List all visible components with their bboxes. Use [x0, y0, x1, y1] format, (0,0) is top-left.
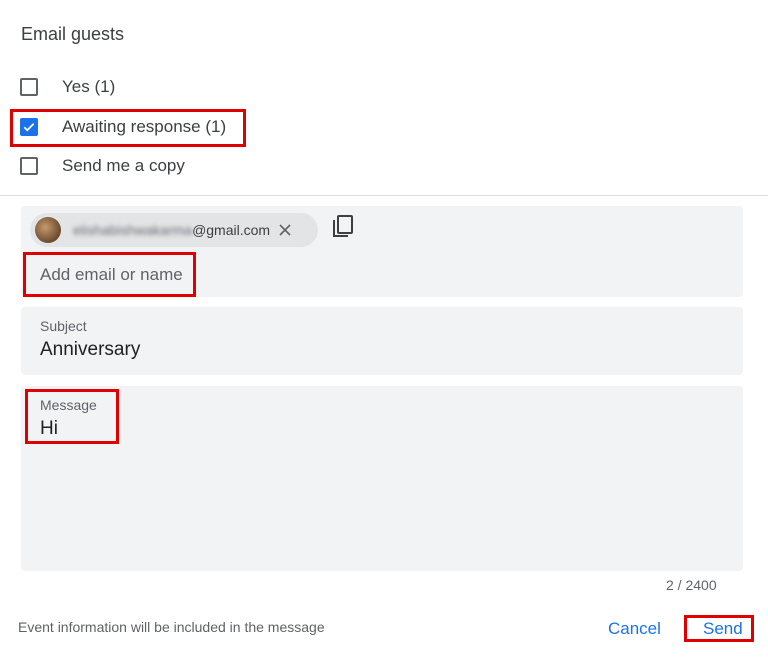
close-icon[interactable] — [278, 223, 292, 237]
option-yes[interactable]: Yes (1) — [20, 75, 115, 99]
message-field[interactable]: Message Hi — [21, 386, 743, 571]
checkbox-yes[interactable] — [20, 78, 38, 96]
cancel-button[interactable]: Cancel — [608, 619, 661, 639]
highlight-awaiting-response — [10, 109, 246, 147]
highlight-add-email — [23, 252, 196, 297]
character-counter: 2 / 2400 — [666, 577, 717, 593]
subject-value[interactable]: Anniversary — [40, 339, 140, 361]
option-send-copy-label: Send me a copy — [62, 156, 185, 175]
subject-label: Subject — [40, 318, 87, 334]
dialog-title: Email guests — [21, 24, 125, 44]
avatar — [35, 217, 61, 243]
subject-field[interactable]: Subject Anniversary — [21, 307, 743, 375]
checkbox-send-copy[interactable] — [20, 157, 38, 175]
recipient-email: elishabishwakarma@gmail.com — [73, 222, 271, 238]
highlight-message — [25, 389, 119, 444]
footer-note: Event information will be included in th… — [18, 619, 325, 635]
divider — [0, 195, 768, 196]
recipient-chip[interactable]: elishabishwakarma@gmail.com — [30, 213, 318, 247]
option-yes-label: Yes (1) — [62, 77, 116, 96]
highlight-send — [684, 615, 754, 642]
option-send-copy[interactable]: Send me a copy — [20, 154, 185, 178]
copy-icon[interactable] — [332, 214, 354, 238]
